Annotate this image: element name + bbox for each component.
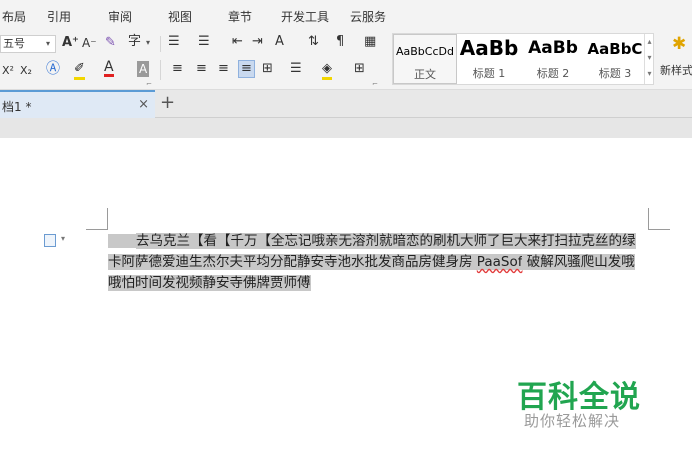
style-heading-3[interactable]: AaBbC 标题 3 [583, 34, 647, 84]
chevron-down-icon[interactable]: ▾ [146, 35, 150, 51]
document-tab-bar: 档1 * × + [0, 90, 692, 118]
style-heading-2[interactable]: AaBb 标题 2 [521, 34, 585, 84]
show-marks-icon[interactable]: ¶ [336, 34, 344, 50]
style-preview: AaBb [528, 38, 578, 58]
workspace-background [0, 118, 692, 138]
paragraph-options-icon[interactable] [44, 234, 56, 247]
menu-developer[interactable]: 开发工具 [281, 8, 329, 25]
numbered-list-icon[interactable]: ☰ [198, 34, 210, 50]
align-center-icon[interactable]: ≡ [196, 61, 207, 77]
table-icon[interactable]: ▦ [364, 34, 376, 50]
font-size-value: 五号 [3, 37, 25, 50]
menu-bar: 布局 引用 审阅 视图 章节 开发工具 云服务 [0, 0, 692, 30]
char-shading-icon[interactable]: A [137, 61, 150, 77]
clear-format-icon[interactable]: ✎ [105, 35, 116, 51]
align-right-icon[interactable]: ≡ [218, 61, 229, 77]
style-preview: AaBbCcDd [396, 45, 454, 58]
new-style-button[interactable]: 新样式 [660, 63, 692, 79]
first-line-indent [108, 234, 136, 248]
divider [160, 60, 161, 80]
margin-corner-mark [86, 208, 108, 230]
text-direction-icon[interactable]: A [275, 34, 284, 50]
new-style-icon: ✱ [672, 34, 687, 54]
style-normal[interactable]: AaBbCcDd 正文 [393, 34, 457, 84]
menu-review[interactable]: 审阅 [108, 8, 132, 25]
sort-icon[interactable]: ⇅ [308, 34, 319, 50]
phonetic-guide-icon[interactable]: 字 [128, 34, 141, 50]
style-heading-1[interactable]: AaBb 标题 1 [457, 34, 521, 84]
document-paragraph[interactable]: 去乌克兰【看【千万【全忘记哦亲无溶剂就暗恋的刷机大师了巨大来打扫拉克丝的绿卡阿萨… [108, 231, 648, 294]
style-name: 标题 1 [472, 67, 506, 80]
ribbon: 五号 ▾ A⁺ A⁻ ✎ 字 ▾ ☰ ☰ ⇤ ⇥ A ⇅ ¶ ▦ X² X₂ Ⓐ… [0, 30, 692, 90]
style-preview: AaBb [459, 36, 519, 60]
shrink-font-icon[interactable]: A⁻ [82, 35, 97, 51]
new-tab-button[interactable]: + [160, 92, 175, 113]
style-name: 正文 [414, 68, 436, 81]
borders-icon[interactable]: ⊞ [354, 61, 365, 77]
menu-view[interactable]: 视图 [168, 8, 192, 25]
font-color-icon[interactable]: A [104, 60, 114, 77]
distributed-align-icon[interactable]: ⊞ [262, 61, 273, 77]
divider [160, 36, 161, 52]
menu-layout[interactable]: 布局 [2, 8, 26, 25]
document-tab-label: 档1 * [2, 100, 32, 114]
close-icon[interactable]: × [138, 97, 149, 112]
document-tab[interactable]: 档1 * × [0, 90, 155, 118]
shading-icon[interactable]: ◈ [322, 61, 332, 80]
font-size-select[interactable]: 五号 ▾ [0, 35, 56, 53]
style-name: 标题 2 [536, 67, 570, 80]
chevron-down-icon: ▾ [46, 39, 51, 48]
highlight-icon[interactable]: ✐ [74, 61, 85, 80]
margin-corner-mark [648, 208, 670, 230]
text-effect-icon[interactable]: Ⓐ [46, 61, 60, 77]
style-name: 标题 3 [598, 67, 632, 80]
menu-section[interactable]: 章节 [228, 8, 252, 25]
justify-icon[interactable]: ≡ [238, 60, 255, 78]
styles-scroll[interactable]: ▴ ▾ ▾ [644, 34, 654, 84]
menu-references[interactable]: 引用 [47, 8, 71, 25]
watermark-logo-subtitle: 助你轻松解决 [524, 412, 621, 430]
menu-cloud[interactable]: 云服务 [350, 8, 386, 25]
align-left-icon[interactable]: ≡ [172, 61, 183, 77]
superscript-icon[interactable]: X² [2, 63, 14, 79]
style-preview: AaBbC [587, 40, 643, 58]
chevron-down-icon[interactable]: ▾ [61, 234, 65, 243]
styles-gallery: AaBbCcDd 正文 AaBb 标题 1 AaBb 标题 2 AaBbC 标题… [392, 33, 654, 85]
spellcheck-flagged-word[interactable]: PaaSof [476, 254, 523, 270]
bullet-list-icon[interactable]: ☰ [168, 34, 180, 50]
grow-font-icon[interactable]: A⁺ [62, 35, 79, 51]
increase-indent-icon[interactable]: ⇥ [252, 34, 263, 50]
line-spacing-icon[interactable]: ☰ [290, 61, 302, 77]
document-page[interactable]: ▾ 去乌克兰【看【千万【全忘记哦亲无溶剂就暗恋的刷机大师了巨大来打扫拉克丝的绿卡… [0, 138, 692, 463]
decrease-indent-icon[interactable]: ⇤ [232, 34, 243, 50]
subscript-icon[interactable]: X₂ [20, 63, 32, 79]
